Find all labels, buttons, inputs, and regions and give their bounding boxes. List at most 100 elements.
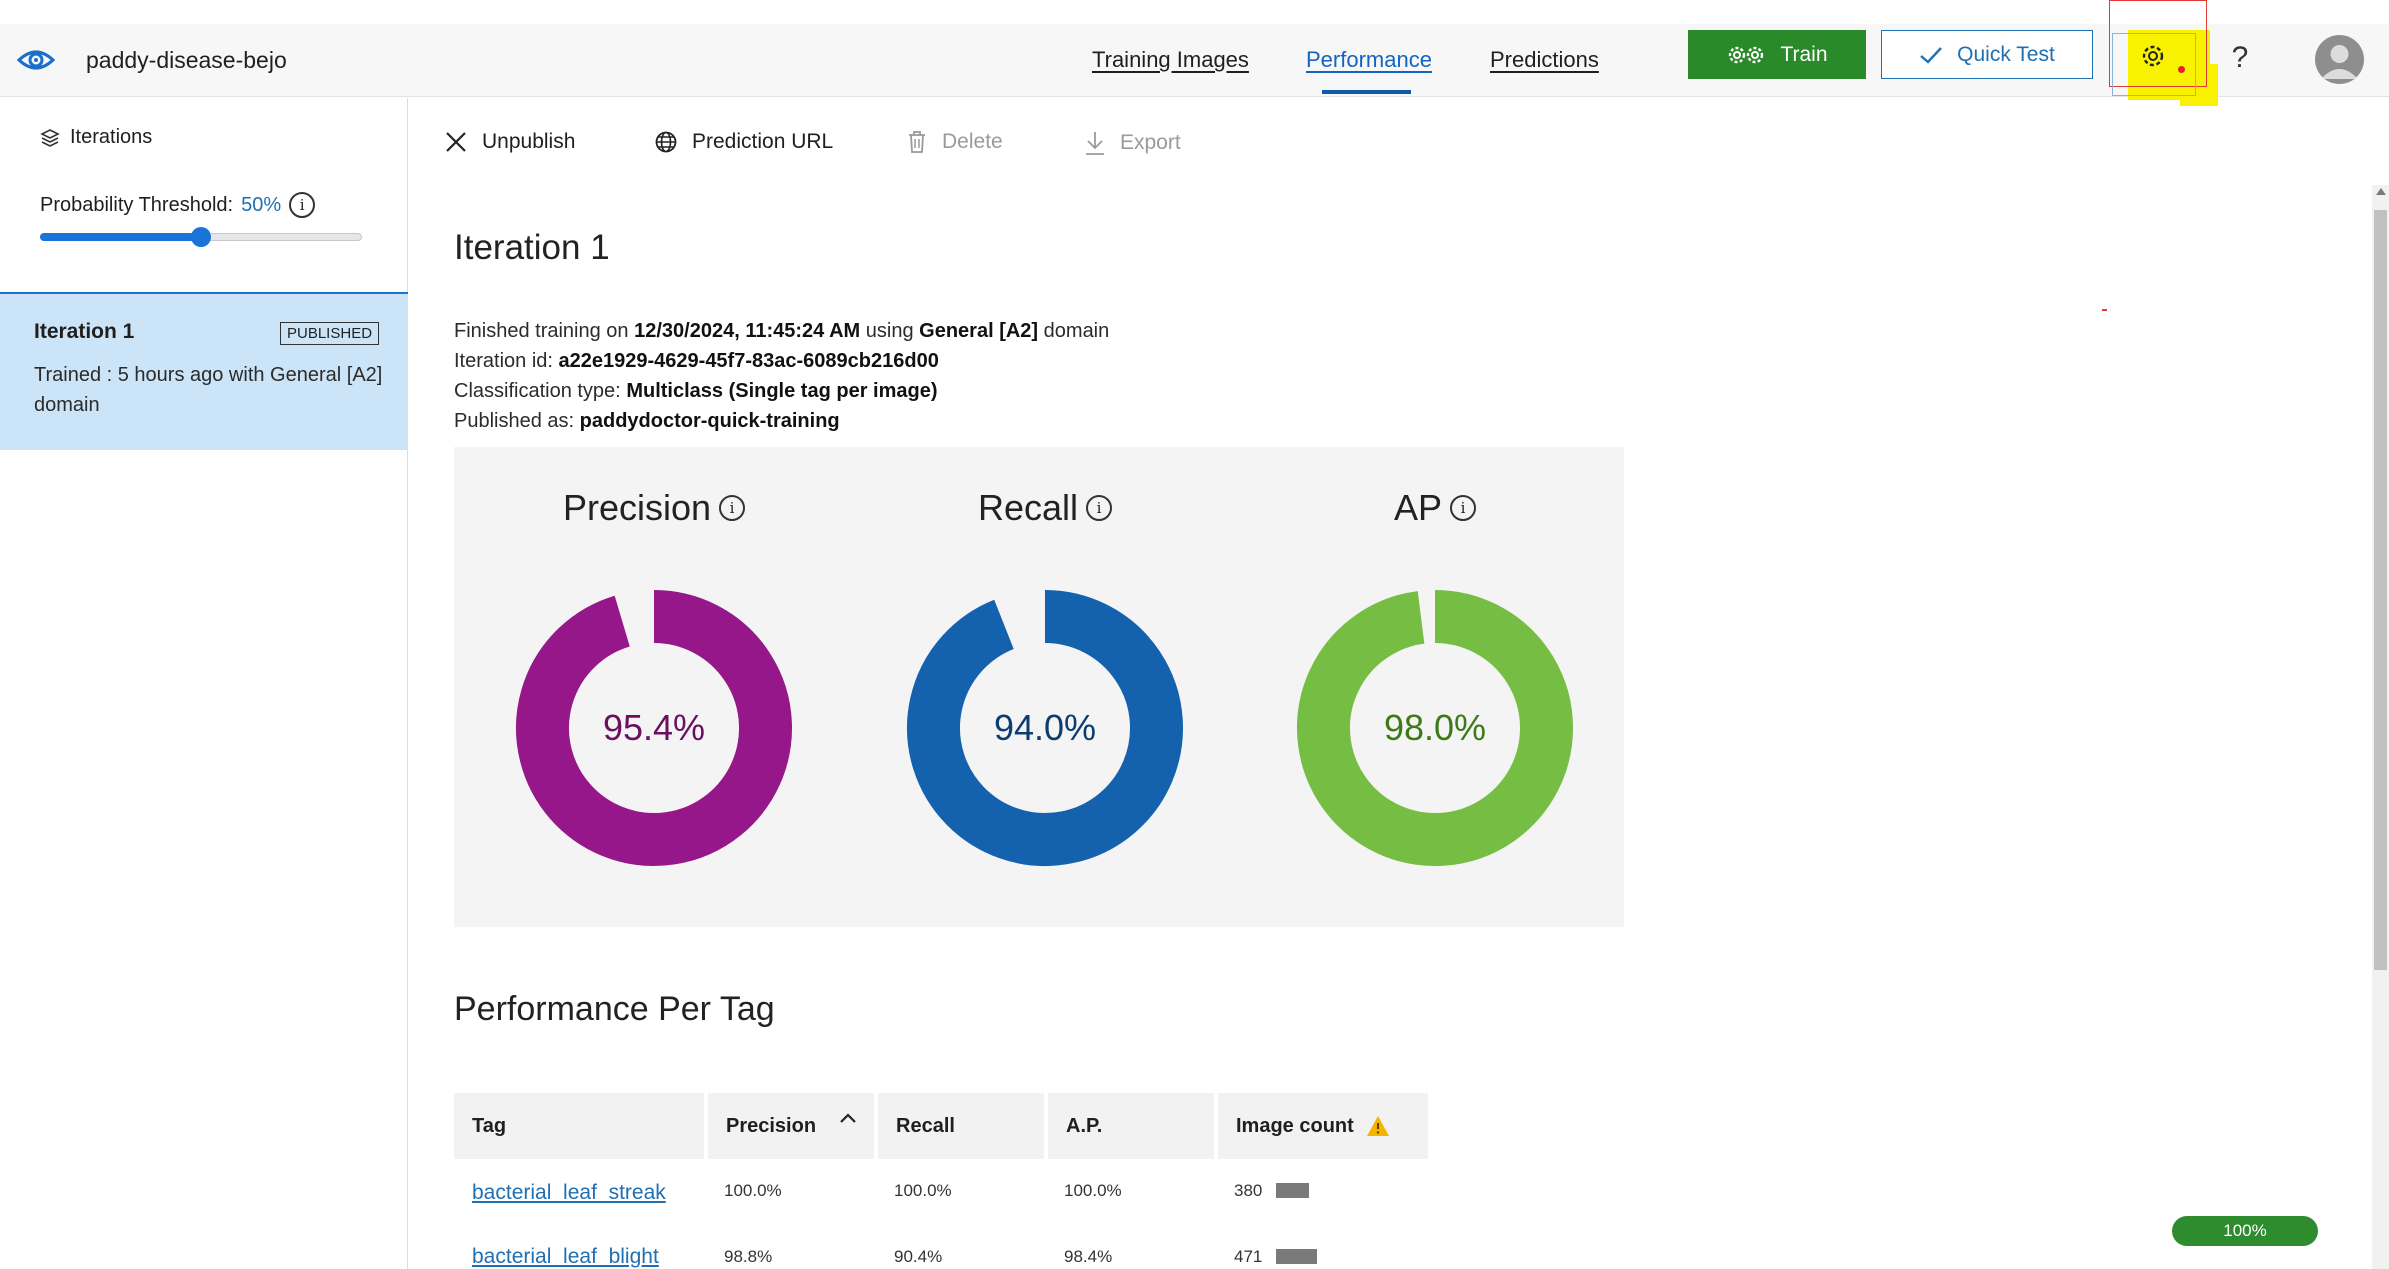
quick-test-button[interactable]: Quick Test — [1881, 30, 2093, 79]
train-label: Train — [1780, 42, 1828, 66]
iteration-id-label: Iteration id: — [454, 350, 553, 372]
close-icon — [446, 132, 466, 152]
ap-metric: AP i 98.0% — [1285, 487, 1585, 907]
iteration-description: Trained : 5 hours ago with General [A2] … — [34, 364, 383, 416]
threshold-slider-thumb[interactable] — [191, 227, 211, 247]
unpublish-button[interactable]: Unpublish — [444, 130, 575, 154]
user-avatar-icon[interactable] — [2315, 35, 2364, 84]
export-label: Export — [1120, 131, 1181, 154]
probability-threshold: Probability Threshold: 50% i — [40, 192, 316, 218]
precision-title-text: Precision — [562, 487, 712, 528]
download-icon — [1086, 132, 1104, 155]
iteration-title: Iteration 1 — [34, 320, 135, 343]
page-title: Iteration 1 — [454, 228, 610, 267]
quick-test-label: Quick Test — [1957, 42, 2055, 66]
tag-link[interactable]: bacterial_leaf_blight — [472, 1245, 659, 1269]
tag-image-count: 380 — [1234, 1181, 1263, 1200]
sort-ascending-icon — [840, 1113, 856, 1123]
project-name[interactable]: paddy-disease-bejo — [86, 44, 287, 76]
tag-recall: 90.4% — [894, 1247, 943, 1266]
recall-title-text: Recall — [977, 487, 1079, 528]
precision-header-label: Precision — [726, 1114, 817, 1137]
image-count-bar — [1276, 1249, 1317, 1264]
eye-logo-icon[interactable] — [16, 40, 56, 80]
scrollbar-thumb[interactable] — [2374, 210, 2387, 970]
info-icon[interactable]: i — [289, 192, 316, 218]
red-annotation-mark — [2102, 309, 2107, 311]
active-tab-indicator — [1322, 90, 1411, 94]
top-strip — [0, 0, 2389, 24]
help-icon[interactable]: ? — [2225, 36, 2255, 80]
tag-ap: 98.4% — [1064, 1247, 1113, 1266]
tab-performance[interactable]: Performance — [1306, 44, 1432, 76]
export-button[interactable]: Export — [1084, 130, 1181, 156]
iteration-id-line: Iteration id: a22e1929-4629-45f7-83ac-60… — [454, 346, 1109, 376]
published-name: paddydoctor-quick-training — [579, 410, 840, 432]
tag-precision: 100.0% — [724, 1181, 782, 1200]
precision-title: Precision i — [504, 487, 804, 529]
tag-recall: 100.0% — [894, 1181, 952, 1200]
precision-value: 95.4% — [602, 707, 706, 748]
image-count-bar — [1276, 1183, 1309, 1198]
using-text: using — [865, 320, 914, 342]
column-header-tag[interactable]: Tag — [454, 1093, 704, 1159]
ap-title: AP i — [1285, 487, 1585, 529]
tag-image-count: 471 — [1234, 1247, 1263, 1266]
threshold-label: Probability Threshold: — [40, 193, 234, 216]
unpublish-label: Unpublish — [482, 130, 576, 153]
domain-suffix: domain — [1043, 320, 1110, 342]
app-header: paddy-disease-bejo Training Images Perfo… — [0, 24, 2389, 97]
iterations-header: Iterations — [40, 126, 152, 149]
tag-precision: 98.8% — [724, 1247, 773, 1266]
gears-icon — [1729, 46, 1764, 63]
metrics-panel: Precision i 95.4% Recall i 94.0% AP i 98… — [454, 447, 1624, 927]
info-icon[interactable]: i — [719, 495, 746, 521]
iteration-metadata: Finished training on 12/30/2024, 11:45:2… — [454, 316, 1109, 436]
finished-date: 12/30/2024, 11:45:24 AM — [634, 320, 861, 342]
gear-icon[interactable] — [2133, 36, 2173, 76]
layers-icon — [40, 128, 60, 147]
column-header-precision[interactable]: Precision — [708, 1093, 874, 1159]
recall-metric: Recall i 94.0% — [895, 487, 1195, 907]
published-label: Published as: — [454, 410, 575, 432]
prediction-url-button[interactable]: Prediction URL — [654, 130, 833, 154]
iteration-card[interactable]: Iteration 1 PUBLISHED Trained : 5 hours … — [0, 292, 408, 450]
tab-training-images[interactable]: Training Images — [1092, 44, 1249, 76]
published-line: Published as: paddydoctor-quick-training — [454, 406, 1109, 436]
train-button[interactable]: Train — [1688, 30, 1866, 79]
precision-metric: Precision i 95.4% — [504, 487, 804, 907]
ap-value: 98.0% — [1383, 707, 1487, 748]
trash-icon — [909, 131, 925, 153]
tag-link[interactable]: bacterial_leaf_streak — [472, 1181, 666, 1205]
column-header-recall[interactable]: Recall — [878, 1093, 1044, 1159]
info-icon[interactable]: i — [1086, 495, 1113, 521]
finished-line: Finished training on 12/30/2024, 11:45:2… — [454, 316, 1109, 346]
image-count-header-label: Image count — [1236, 1114, 1354, 1137]
notification-dot — [2178, 66, 2185, 73]
zoom-level-badge: 100% — [2172, 1216, 2318, 1246]
prediction-url-label: Prediction URL — [692, 130, 834, 153]
delete-button[interactable]: Delete — [906, 130, 1003, 154]
info-icon[interactable]: i — [1450, 495, 1477, 521]
classification-line: Classification type: Multiclass (Single … — [454, 376, 1109, 406]
published-badge: PUBLISHED — [280, 322, 380, 345]
delete-label: Delete — [942, 130, 1003, 153]
recall-title: Recall i — [895, 487, 1195, 529]
warning-icon[interactable] — [1366, 1115, 1390, 1137]
performance-per-tag-title: Performance Per Tag — [454, 990, 775, 1028]
domain-name: General [A2] — [919, 320, 1039, 342]
recall-value: 94.0% — [993, 707, 1097, 748]
iterations-sidebar: Iterations Probability Threshold: 50% i … — [0, 98, 408, 1269]
threshold-value: 50% — [241, 193, 282, 216]
globe-icon — [655, 131, 677, 153]
finished-prefix: Finished training on — [454, 320, 629, 342]
classification-type: Multiclass (Single tag per image) — [626, 380, 938, 402]
column-header-image-count[interactable]: Image count — [1218, 1093, 1428, 1159]
ap-title-text: AP — [1393, 487, 1443, 528]
tab-predictions[interactable]: Predictions — [1490, 44, 1599, 76]
iteration-id: a22e1929-4629-45f7-83ac-6089cb216d00 — [558, 350, 939, 372]
classification-label: Classification type: — [454, 380, 621, 402]
column-header-ap[interactable]: A.P. — [1048, 1093, 1214, 1159]
scroll-up-arrow[interactable] — [2376, 188, 2386, 195]
threshold-slider-fill — [40, 233, 201, 241]
